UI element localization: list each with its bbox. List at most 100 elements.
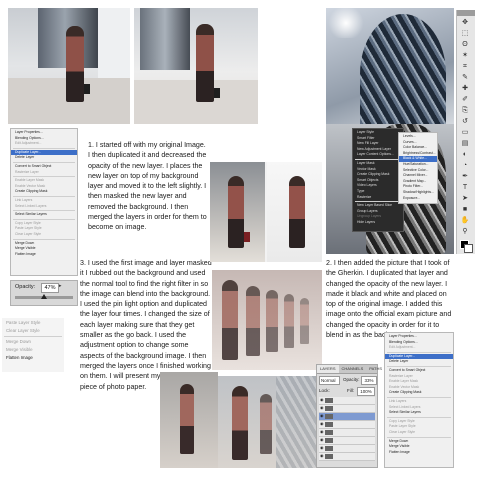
bag: [214, 88, 220, 98]
gherkin-layer-menu: Layer Style Smart Filter New Fill Layer …: [352, 128, 404, 232]
original-photo-2: [134, 8, 258, 124]
layer-row[interactable]: ◉: [319, 405, 375, 413]
layer-context-menu-right: Layer Properties... Blending Options... …: [384, 332, 454, 468]
opacity-field[interactable]: 33%: [361, 376, 377, 385]
layer-thumbnail: [325, 446, 333, 451]
clone-stamp-icon[interactable]: ⎘: [459, 106, 471, 115]
opacity-bar-left: Opacity: 47% ▸: [10, 280, 78, 306]
eye-icon[interactable]: ◉: [320, 454, 324, 458]
healing-icon[interactable]: ✚: [459, 84, 471, 93]
tools-panel: ✥ ⬚ ʘ ✶ ⌗ ✎ ✚ ✐ ⎘ ↺ ▭ ▤ ◐ ◔ ✒ T ➤ ■ ✋ ⚲: [456, 10, 475, 254]
tab-channels[interactable]: CHANNELS: [339, 365, 367, 373]
eye-icon[interactable]: ◉: [320, 414, 324, 418]
crop-icon[interactable]: ⌗: [459, 62, 471, 71]
eye-icon[interactable]: ◉: [320, 430, 324, 434]
layer-row[interactable]: ◉: [319, 453, 375, 461]
history-brush-icon[interactable]: ↺: [459, 117, 471, 126]
menu-item[interactable]: Delete Layer: [11, 155, 77, 161]
menu-item[interactable]: Clear Layer Style: [11, 232, 77, 238]
layer-thumbnail: [325, 414, 333, 419]
menu-item[interactable]: Edit Adjustment...: [385, 345, 453, 351]
tab-layers[interactable]: LAYERS: [317, 365, 339, 373]
menu-item[interactable]: Shadow/Highlights...: [399, 190, 437, 196]
layer-thumbnail: [325, 422, 333, 427]
fill-field[interactable]: 100%: [357, 387, 375, 396]
eye-icon[interactable]: ◉: [320, 422, 324, 426]
pen-icon[interactable]: ✒: [459, 172, 471, 181]
layer-thumbnail: [325, 430, 333, 435]
menu-item[interactable]: Rasterize Layer: [11, 170, 77, 176]
path-select-icon[interactable]: ➤: [459, 194, 471, 203]
menu-item[interactable]: Rasterize: [353, 195, 403, 201]
layer-row[interactable]: ◉: [319, 437, 375, 445]
background-color-swatch[interactable]: [464, 244, 473, 253]
step-1-text: 1. I started off with my original Image.…: [88, 141, 207, 232]
eye-icon[interactable]: ◉: [320, 406, 324, 410]
opacity-slider[interactable]: [15, 294, 73, 299]
person-figure: [232, 386, 248, 460]
menu-item[interactable]: Merge Visible: [2, 346, 64, 354]
menu-item[interactable]: Flatten Image: [11, 252, 77, 258]
magic-wand-icon[interactable]: ✶: [459, 51, 471, 60]
eye-icon[interactable]: ◉: [320, 446, 324, 450]
person-figure: [246, 286, 260, 356]
shape-icon[interactable]: ■: [459, 205, 471, 214]
marquee-icon[interactable]: ⬚: [459, 29, 471, 38]
layer-row[interactable]: ◉: [319, 421, 375, 429]
menu-separator: [4, 336, 62, 337]
layer-row-selected[interactable]: ◉: [319, 413, 375, 421]
menu-item[interactable]: Create Clipping Mask: [385, 390, 453, 396]
chevron-right-icon[interactable]: ▸: [59, 283, 62, 289]
eye-icon[interactable]: ◉: [320, 438, 324, 442]
menu-item[interactable]: Paste Layer Style: [2, 319, 64, 327]
blur-icon[interactable]: ◐: [459, 150, 471, 159]
layer-menu-fragment: Paste Layer Style Clear Layer Style Merg…: [2, 318, 64, 372]
menu-separator: [13, 147, 75, 149]
eraser-icon[interactable]: ▭: [459, 128, 471, 137]
menu-item[interactable]: Create Clipping Mask: [11, 189, 77, 195]
menu-item[interactable]: Flatten Image: [2, 354, 64, 362]
bag: [244, 232, 250, 242]
menu-item[interactable]: Clear Layer Style: [2, 327, 64, 335]
gradient-icon[interactable]: ▤: [459, 139, 471, 148]
tab-paths[interactable]: PATHS: [366, 365, 385, 373]
layers-panel: LAYERS CHANNELS PATHS Normal Opacity: 33…: [316, 364, 382, 468]
person-figure: [260, 394, 272, 454]
person-figure: [222, 280, 238, 360]
menu-item[interactable]: Layer Content Options...: [353, 152, 403, 158]
lasso-icon[interactable]: ʘ: [459, 40, 471, 49]
layers-panel-tabs: LAYERS CHANNELS PATHS: [317, 365, 382, 374]
menu-item[interactable]: Select Linked Layers: [11, 204, 77, 210]
brush-icon[interactable]: ✐: [459, 95, 471, 104]
menu-item[interactable]: Select Similar Layers: [11, 212, 77, 218]
dodge-icon[interactable]: ◔: [459, 161, 471, 170]
eye-icon[interactable]: ◉: [320, 398, 324, 402]
opacity-label: Opacity:: [343, 377, 360, 382]
layer-row[interactable]: ◉: [319, 429, 375, 437]
menu-item[interactable]: Delete Layer: [385, 359, 453, 365]
menu-separator: [387, 436, 451, 438]
eyedropper-icon[interactable]: ✎: [459, 73, 471, 82]
menu-item[interactable]: Merge Down: [2, 338, 64, 346]
layer-row[interactable]: ◉: [319, 397, 375, 405]
type-icon[interactable]: T: [459, 183, 471, 192]
sky-cloud: [326, 8, 366, 38]
menu-item[interactable]: Clear Layer Style: [385, 430, 453, 436]
photo-right-half: [267, 162, 322, 262]
menu-separator: [387, 365, 451, 367]
menu-separator: [355, 201, 401, 203]
opacity-field[interactable]: 47%: [41, 283, 59, 293]
layer-row[interactable]: ◉: [319, 445, 375, 453]
zoom-icon[interactable]: ⚲: [459, 227, 471, 236]
menu-item[interactable]: Select Similar Layers: [385, 410, 453, 416]
opacity-slider-handle[interactable]: [41, 294, 47, 299]
menu-separator: [13, 161, 75, 163]
menu-item[interactable]: Flatten Image: [385, 450, 453, 456]
menu-item[interactable]: Hide Layers: [353, 220, 403, 226]
person-figure: [266, 290, 278, 352]
move-icon[interactable]: ✥: [459, 18, 471, 27]
menu-item[interactable]: Exposure...: [399, 196, 437, 202]
menu-item[interactable]: Edit Adjustment...: [11, 141, 77, 147]
hand-icon[interactable]: ✋: [459, 216, 471, 225]
blend-mode-select[interactable]: Normal: [319, 376, 340, 385]
